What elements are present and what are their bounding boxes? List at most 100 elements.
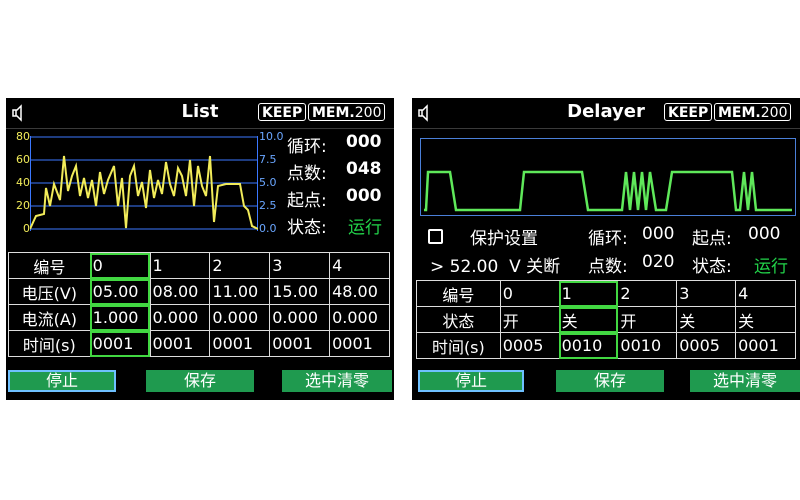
status-label: 状态:: [692, 257, 732, 277]
points-label: 点数:: [588, 257, 628, 277]
waveform-plot: [30, 136, 258, 231]
table-header-cell[interactable]: 1: [149, 252, 211, 279]
save-button[interactable]: 保存: [146, 370, 254, 392]
table-cell[interactable]: 15.00: [269, 278, 331, 305]
stop-button[interactable]: 停止: [418, 370, 524, 392]
table-cell[interactable]: 08.00: [149, 278, 211, 305]
table-cell[interactable]: 关: [558, 306, 619, 333]
y-right-tick: 5.0: [259, 176, 277, 189]
table-cell[interactable]: 0005: [499, 332, 560, 359]
row-label: 时间(s): [8, 330, 91, 357]
table-cell[interactable]: 48.00: [329, 278, 390, 305]
y-right-tick: 10.0: [259, 130, 284, 143]
y-right-tick: 0.0: [259, 222, 277, 235]
table-cell[interactable]: 0005: [676, 332, 737, 359]
delay-signal: [424, 170, 792, 212]
table-header-cell: 编号: [8, 252, 91, 279]
start-value: 000: [346, 186, 382, 206]
table-cell[interactable]: 1.000: [89, 304, 151, 331]
table-header-cell[interactable]: 0: [89, 252, 151, 279]
y-right-tick: 2.5: [259, 199, 277, 212]
start-label: 起点:: [287, 191, 327, 211]
voltage-waveform: [30, 155, 258, 230]
table-cell[interactable]: 关: [735, 306, 796, 333]
row-label: 电流(A): [8, 304, 91, 331]
keep-badge: KEEP: [664, 103, 713, 121]
y-left-tick: 60: [16, 153, 30, 166]
status-value: 运行: [754, 257, 788, 277]
clear-selected-button[interactable]: 选中清零: [282, 370, 392, 392]
delay-waveform: [420, 138, 796, 216]
clear-selected-button[interactable]: 选中清零: [690, 370, 800, 392]
table-cell[interactable]: 0001: [329, 330, 390, 357]
list-header: List KEEP MEM.200: [6, 98, 394, 129]
row-label: 电压(V): [8, 278, 91, 305]
table-cell[interactable]: 0001: [209, 330, 271, 357]
points-value: 020: [642, 252, 675, 272]
cycle-label: 循环:: [588, 229, 628, 249]
delayer-header: Delayer KEEP MEM.200: [412, 98, 800, 129]
table-header-cell[interactable]: 2: [617, 280, 678, 307]
y-left-tick: 40: [16, 176, 30, 189]
table-cell[interactable]: 0.000: [209, 304, 271, 331]
memory-prefix: MEM.: [718, 105, 761, 121]
table-row: 状态 开 关 开 关 关: [416, 306, 796, 333]
table-cell[interactable]: 0.000: [149, 304, 211, 331]
table-row: 时间(s) 0001 0001 0001 0001 0001: [8, 330, 390, 357]
y-left-tick: 80: [16, 130, 30, 143]
memory-badge: MEM.200: [308, 103, 386, 121]
y-left-tick: 20: [16, 199, 30, 212]
table-row: 电流(A) 1.000 0.000 0.000 0.000 0.000: [8, 304, 390, 331]
table-header-cell[interactable]: 4: [329, 252, 390, 279]
status-value: 运行: [348, 218, 382, 238]
table-cell[interactable]: 0001: [735, 332, 796, 359]
table-header-cell[interactable]: 1: [558, 280, 619, 307]
table-header-cell: 编号: [416, 280, 501, 307]
table-cell[interactable]: 11.00: [209, 278, 271, 305]
table-header-cell[interactable]: 4: [735, 280, 796, 307]
delayer-table: 编号 0 1 2 3 4 状态 开 关 开 关 关 时间(s) 0005 001…: [416, 280, 796, 359]
cycle-label: 循环:: [287, 137, 327, 157]
cycle-value: 000: [346, 132, 382, 152]
table-cell[interactable]: 05.00: [89, 278, 151, 305]
save-button[interactable]: 保存: [556, 370, 664, 392]
start-value: 000: [748, 224, 781, 244]
table-cell[interactable]: 0010: [558, 332, 619, 359]
stop-button[interactable]: 停止: [8, 370, 116, 392]
y-right-tick: 7.5: [259, 153, 277, 166]
table-cell[interactable]: 0001: [89, 330, 151, 357]
table-header-cell[interactable]: 0: [499, 280, 560, 307]
table-row: 时间(s) 0005 0010 0010 0005 0001: [416, 332, 796, 359]
y-left-tick: 0: [23, 222, 30, 235]
table-cell[interactable]: 0.000: [269, 304, 331, 331]
table-cell[interactable]: 0.000: [329, 304, 390, 331]
memory-prefix: MEM.: [312, 105, 355, 121]
shutdown-threshold[interactable]: > 52.00 V 关断: [430, 252, 560, 277]
table-header-row: 编号 0 1 2 3 4: [416, 280, 796, 307]
table-cell[interactable]: 关: [676, 306, 737, 333]
protect-setting-label: 保护设置: [470, 229, 538, 249]
table-cell[interactable]: 0001: [149, 330, 211, 357]
list-screen: List KEEP MEM.200 80 60 40 20 0 10.0 7.5…: [6, 98, 394, 400]
table-header-cell[interactable]: 2: [209, 252, 271, 279]
memory-badge: MEM.200: [714, 103, 792, 121]
protect-checkbox[interactable]: [428, 229, 443, 244]
points-label: 点数:: [287, 164, 327, 184]
row-label: 时间(s): [416, 332, 501, 359]
table-header-cell[interactable]: 3: [269, 252, 331, 279]
table-cell[interactable]: 开: [617, 306, 678, 333]
row-label: 状态: [416, 306, 501, 333]
memory-number: 200: [760, 105, 788, 121]
status-label: 状态:: [287, 218, 327, 238]
start-label: 起点:: [692, 229, 732, 249]
table-cell[interactable]: 开: [499, 306, 560, 333]
keep-badge: KEEP: [258, 103, 307, 121]
list-table: 编号 0 1 2 3 4 电压(V) 05.00 08.00 11.00 15.…: [8, 252, 390, 357]
table-cell[interactable]: 0010: [617, 332, 678, 359]
memory-number: 200: [354, 105, 382, 121]
table-row: 电压(V) 05.00 08.00 11.00 15.00 48.00: [8, 278, 390, 305]
points-value: 048: [346, 159, 382, 179]
table-header-cell[interactable]: 3: [676, 280, 737, 307]
table-cell[interactable]: 0001: [269, 330, 331, 357]
cycle-value: 000: [642, 224, 675, 244]
